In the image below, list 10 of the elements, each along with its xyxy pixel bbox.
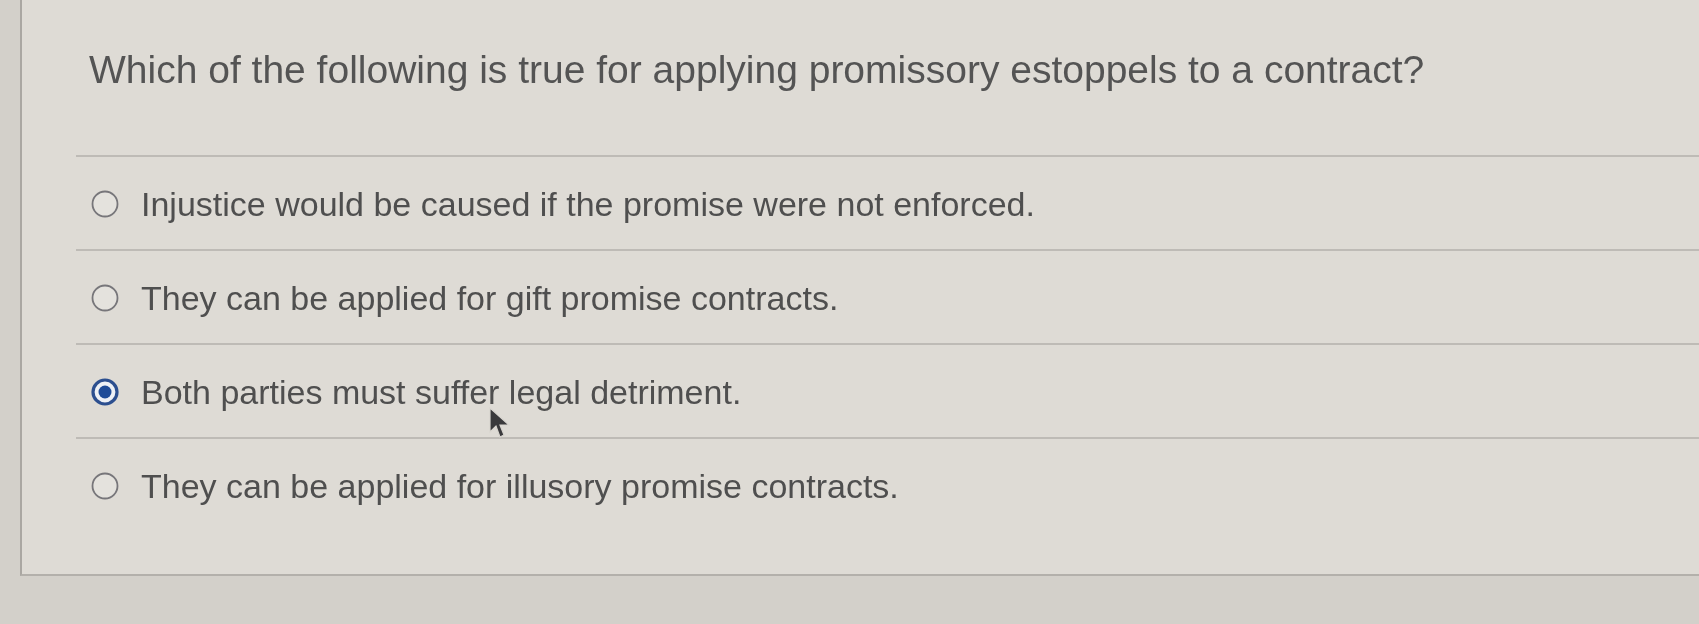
cursor-icon [489,407,510,439]
radio-button[interactable] [91,284,119,312]
option-label: Both parties must suffer legal detriment. [141,372,742,413]
option-label: They can be applied for illusory promise contracts. [141,466,899,507]
radio-button[interactable] [91,472,119,500]
option-label: Injustice would be caused if the promise were not enforced. [141,184,1035,225]
option-label: They can be applied for gift promise contracts. [141,278,839,319]
question-text: Which of the following is true for applying promissory estoppels to a contract? [89,47,1425,93]
radio-button[interactable] [91,190,119,218]
radio-button[interactable] [91,378,119,406]
